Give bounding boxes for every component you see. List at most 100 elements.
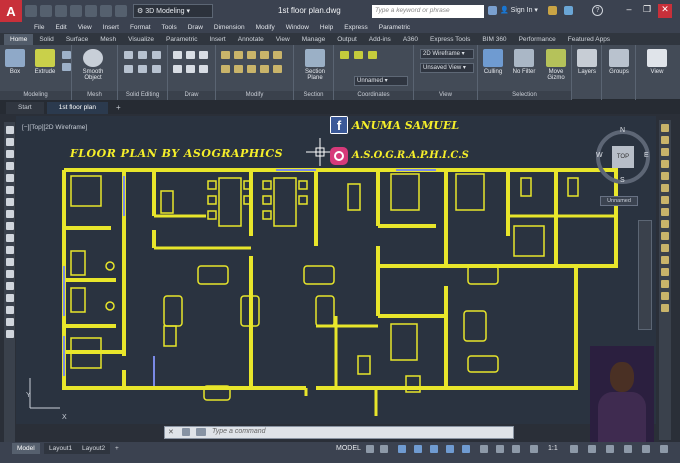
- copy-icon[interactable]: [247, 51, 256, 59]
- draw-polygon-icon[interactable]: [5, 162, 14, 170]
- tab-insert[interactable]: Insert: [203, 34, 231, 45]
- tab-manage[interactable]: Manage: [296, 34, 332, 45]
- tab-parametric[interactable]: Parametric: [160, 34, 203, 45]
- insert-block-icon[interactable]: [5, 246, 14, 254]
- explode-tool-icon[interactable]: [661, 304, 669, 312]
- tab-surface[interactable]: Surface: [60, 34, 94, 45]
- search-icon[interactable]: [488, 6, 497, 15]
- scale-tool-icon[interactable]: [661, 208, 669, 216]
- polar-icon[interactable]: [414, 445, 422, 453]
- rectangle-icon[interactable]: [186, 65, 195, 73]
- slice-icon[interactable]: [124, 65, 133, 73]
- compass-north[interactable]: N: [620, 127, 625, 134]
- point-icon[interactable]: [5, 270, 14, 278]
- tab-view[interactable]: View: [270, 34, 296, 45]
- make-block-icon[interactable]: [5, 258, 14, 266]
- layout-tab-layout2[interactable]: Layout2: [77, 443, 111, 454]
- polysolid-icon[interactable]: [62, 51, 71, 59]
- command-input[interactable]: Type a command: [212, 428, 266, 435]
- circle-icon[interactable]: [199, 51, 208, 59]
- isolate-objects-icon[interactable]: [624, 445, 632, 453]
- draw-polyline-icon[interactable]: [5, 150, 14, 158]
- tab-start[interactable]: Start: [6, 102, 44, 114]
- menu-insert[interactable]: Insert: [103, 24, 119, 31]
- stretch-tool-icon[interactable]: [661, 220, 669, 228]
- layout-tab-model[interactable]: Model: [12, 443, 40, 454]
- break-tool-icon[interactable]: [661, 256, 669, 264]
- search-input[interactable]: Type a keyword or phrase: [372, 5, 484, 18]
- workspace-dropdown[interactable]: ⚙ 3D Modeling ▾: [133, 4, 213, 18]
- draw-circle-icon[interactable]: [5, 198, 14, 206]
- hatch-icon[interactable]: [199, 65, 208, 73]
- command-recent-icon[interactable]: [196, 428, 206, 436]
- clean-screen-icon[interactable]: [642, 445, 650, 453]
- menu-view[interactable]: View: [78, 24, 92, 31]
- interfere-icon[interactable]: [152, 65, 161, 73]
- trim-icon[interactable]: [260, 65, 269, 73]
- rotate-icon[interactable]: [234, 51, 243, 59]
- trim-tool-icon[interactable]: [661, 232, 669, 240]
- annotation-monitor-icon[interactable]: [588, 445, 596, 453]
- menu-format[interactable]: Format: [130, 24, 151, 31]
- no-filter-button[interactable]: No Filter: [508, 49, 540, 75]
- menu-tools[interactable]: Tools: [162, 24, 177, 31]
- viewport-controls-label[interactable]: [−][Top][2D Wireframe]: [22, 124, 87, 131]
- annotation-scale[interactable]: 1:1: [548, 445, 558, 452]
- array-tool-icon[interactable]: [661, 172, 669, 180]
- tab-output[interactable]: Output: [331, 34, 363, 45]
- ucs-dropdown[interactable]: Unnamed ▾: [354, 76, 408, 86]
- draw-spline-icon[interactable]: [5, 222, 14, 230]
- mirror-tool-icon[interactable]: [661, 148, 669, 156]
- snap-icon[interactable]: [380, 445, 388, 453]
- move-tool-icon[interactable]: [661, 184, 669, 192]
- model-space-button[interactable]: MODEL: [336, 445, 361, 452]
- fillet-icon[interactable]: [273, 51, 282, 59]
- layout-tab-layout1[interactable]: Layout1: [44, 443, 78, 454]
- isodraft-icon[interactable]: [430, 445, 438, 453]
- new-icon[interactable]: [25, 5, 37, 17]
- compass-west[interactable]: W: [596, 152, 603, 159]
- erase-tool-icon[interactable]: [661, 124, 669, 132]
- save-icon[interactable]: [55, 5, 67, 17]
- ortho-icon[interactable]: [398, 445, 406, 453]
- fillet-tool-icon[interactable]: [661, 292, 669, 300]
- view-button[interactable]: View: [644, 49, 670, 75]
- ucs-menu[interactable]: Unnamed: [600, 196, 638, 206]
- rotate-tool-icon[interactable]: [661, 196, 669, 204]
- chamfer-tool-icon[interactable]: [661, 280, 669, 288]
- menu-express[interactable]: Express: [344, 24, 367, 31]
- open-icon[interactable]: [40, 5, 52, 17]
- offset-tool-icon[interactable]: [661, 160, 669, 168]
- visual-style-dropdown[interactable]: 2D Wireframe ▾: [420, 49, 474, 59]
- draw-rectangle-icon[interactable]: [5, 174, 14, 182]
- add-layout-button[interactable]: +: [110, 443, 124, 454]
- tab-visualize[interactable]: Visualize: [122, 34, 160, 45]
- save-as-icon[interactable]: [70, 5, 82, 17]
- scale-icon[interactable]: [234, 65, 243, 73]
- close-icon[interactable]: ✕: [658, 4, 672, 18]
- culling-button[interactable]: Culling: [480, 49, 506, 75]
- ucs-origin-icon[interactable]: [368, 51, 377, 59]
- menu-edit[interactable]: Edit: [55, 24, 66, 31]
- region-icon[interactable]: [5, 306, 14, 314]
- tab-add-ins[interactable]: Add-ins: [363, 34, 397, 45]
- draw-ellipse-icon[interactable]: [5, 234, 14, 242]
- tab-a360[interactable]: A360: [397, 34, 424, 45]
- application-menu-button[interactable]: A: [0, 0, 22, 22]
- tab-solid[interactable]: Solid: [33, 34, 59, 45]
- stretch-icon[interactable]: [221, 65, 230, 73]
- mtext-icon[interactable]: [5, 330, 14, 338]
- smooth-object-button[interactable]: Smooth Object: [76, 49, 110, 81]
- copy-tool-icon[interactable]: [661, 136, 669, 144]
- arc-icon[interactable]: [173, 65, 182, 73]
- ucs-world-icon[interactable]: [354, 51, 363, 59]
- draw-xline-icon[interactable]: [5, 138, 14, 146]
- draw-line-icon[interactable]: [5, 126, 14, 134]
- thicken-icon[interactable]: [138, 65, 147, 73]
- draw-arc-icon[interactable]: [5, 186, 14, 194]
- ucs-icon[interactable]: [340, 51, 349, 59]
- move-icon[interactable]: [221, 51, 230, 59]
- mirror-icon[interactable]: [260, 51, 269, 59]
- object-snap-icon[interactable]: [462, 445, 470, 453]
- menu-window[interactable]: Window: [286, 24, 309, 31]
